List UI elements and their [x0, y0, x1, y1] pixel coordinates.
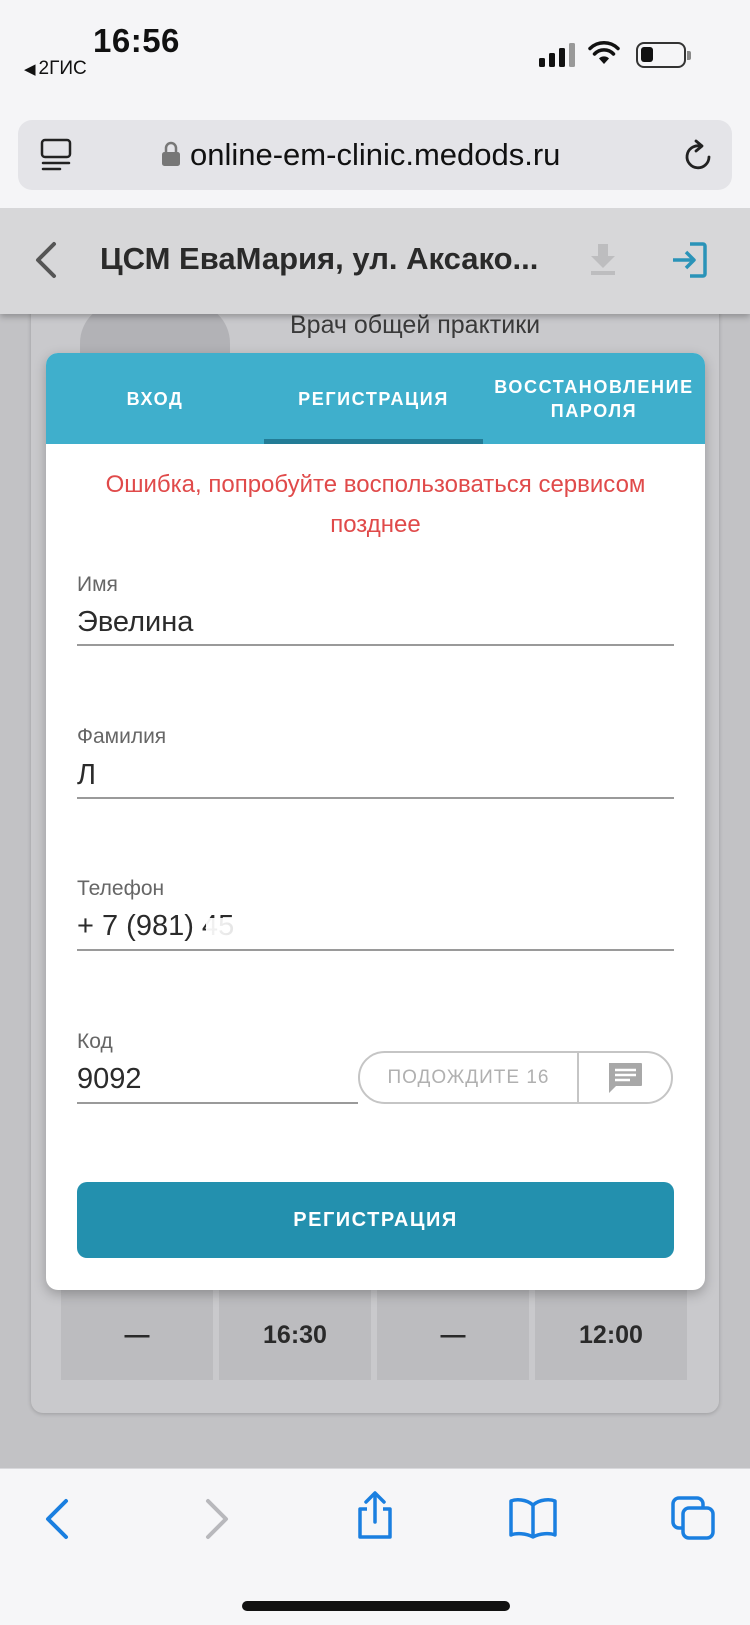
wait-countdown-button[interactable]: ПОДОЖДИТЕ 16: [360, 1053, 579, 1102]
lock-icon: [162, 141, 180, 166]
tabs-icon[interactable]: [670, 1495, 716, 1541]
status-bar: 16:56 ◀ 2ГИС: [0, 0, 750, 108]
schedule-slots: — 16:30 — 12:00: [61, 1290, 691, 1380]
phone-label: Телефон: [77, 877, 165, 900]
web-page: ЦСМ ЕваМария, ул. Аксако... Врач общей п…: [0, 208, 750, 1468]
first-name-label: Имя: [77, 573, 118, 596]
register-button[interactable]: РЕГИСТРАЦИЯ: [77, 1182, 674, 1258]
battery-icon: [636, 42, 691, 68]
download-icon[interactable]: [588, 242, 618, 276]
back-to-app-link[interactable]: ◀ 2ГИС: [24, 58, 87, 80]
share-icon[interactable]: [353, 1491, 397, 1541]
back-app-label: 2ГИС: [38, 58, 87, 79]
login-icon[interactable]: [670, 241, 708, 279]
browser-address-area: online-em-clinic.medods.ru: [0, 108, 750, 208]
url-text: online-em-clinic.medods.ru: [190, 137, 561, 172]
clinic-title: ЦСМ ЕваМария, ул. Аксако...: [100, 241, 539, 276]
address-bar[interactable]: online-em-clinic.medods.ru: [18, 120, 732, 190]
status-time: 16:56: [93, 22, 180, 59]
redaction-mask: [206, 918, 346, 938]
sms-button[interactable]: [579, 1053, 671, 1102]
back-icon[interactable]: [40, 1497, 74, 1541]
app-header: ЦСМ ЕваМария, ул. Аксако...: [0, 208, 750, 314]
home-indicator: [242, 1601, 510, 1611]
error-message: Ошибка, попробуйте воспользоваться серви…: [105, 471, 646, 538]
slot-cell: —: [61, 1290, 213, 1380]
code-label: Код: [77, 1030, 113, 1053]
wifi-icon: [588, 41, 620, 64]
tab-password-recovery[interactable]: ВОССТАНОВЛЕНИЕ ПАРОЛЯ: [483, 353, 705, 444]
back-arrow-icon[interactable]: [30, 240, 60, 280]
cellular-signal-icon: [539, 43, 575, 67]
slot-cell[interactable]: 12:00: [535, 1290, 687, 1380]
resend-code-group: ПОДОЖДИТЕ 16: [358, 1051, 673, 1104]
tab-login[interactable]: ВХОД: [46, 353, 264, 444]
forward-icon[interactable]: [200, 1497, 234, 1541]
first-name-input[interactable]: Эвелина: [77, 606, 193, 639]
slot-cell[interactable]: 16:30: [219, 1290, 371, 1380]
last-name-label: Фамилия: [77, 725, 167, 748]
message-icon: [609, 1062, 642, 1093]
back-triangle-icon: ◀: [24, 61, 36, 78]
tab-registration[interactable]: РЕГИСТРАЦИЯ: [264, 353, 483, 444]
redaction-mask: [94, 765, 164, 785]
first-name-underline: [77, 644, 674, 646]
last-name-underline: [77, 797, 674, 799]
code-input[interactable]: 9092: [77, 1063, 142, 1096]
phone-underline: [77, 949, 674, 951]
reload-icon[interactable]: [682, 138, 714, 172]
browser-toolbar: [0, 1468, 750, 1625]
auth-modal: ВХОД РЕГИСТРАЦИЯ ВОССТАНОВЛЕНИЕ ПАРОЛЯ О…: [46, 353, 705, 1290]
doctor-specialty: Врач общей практики: [290, 311, 541, 339]
auth-tabs: ВХОД РЕГИСТРАЦИЯ ВОССТАНОВЛЕНИЕ ПАРОЛЯ: [46, 353, 705, 444]
slot-cell: —: [377, 1290, 529, 1380]
reader-mode-icon[interactable]: [40, 138, 72, 172]
bookmarks-icon[interactable]: [508, 1497, 558, 1539]
code-underline: [77, 1102, 358, 1104]
